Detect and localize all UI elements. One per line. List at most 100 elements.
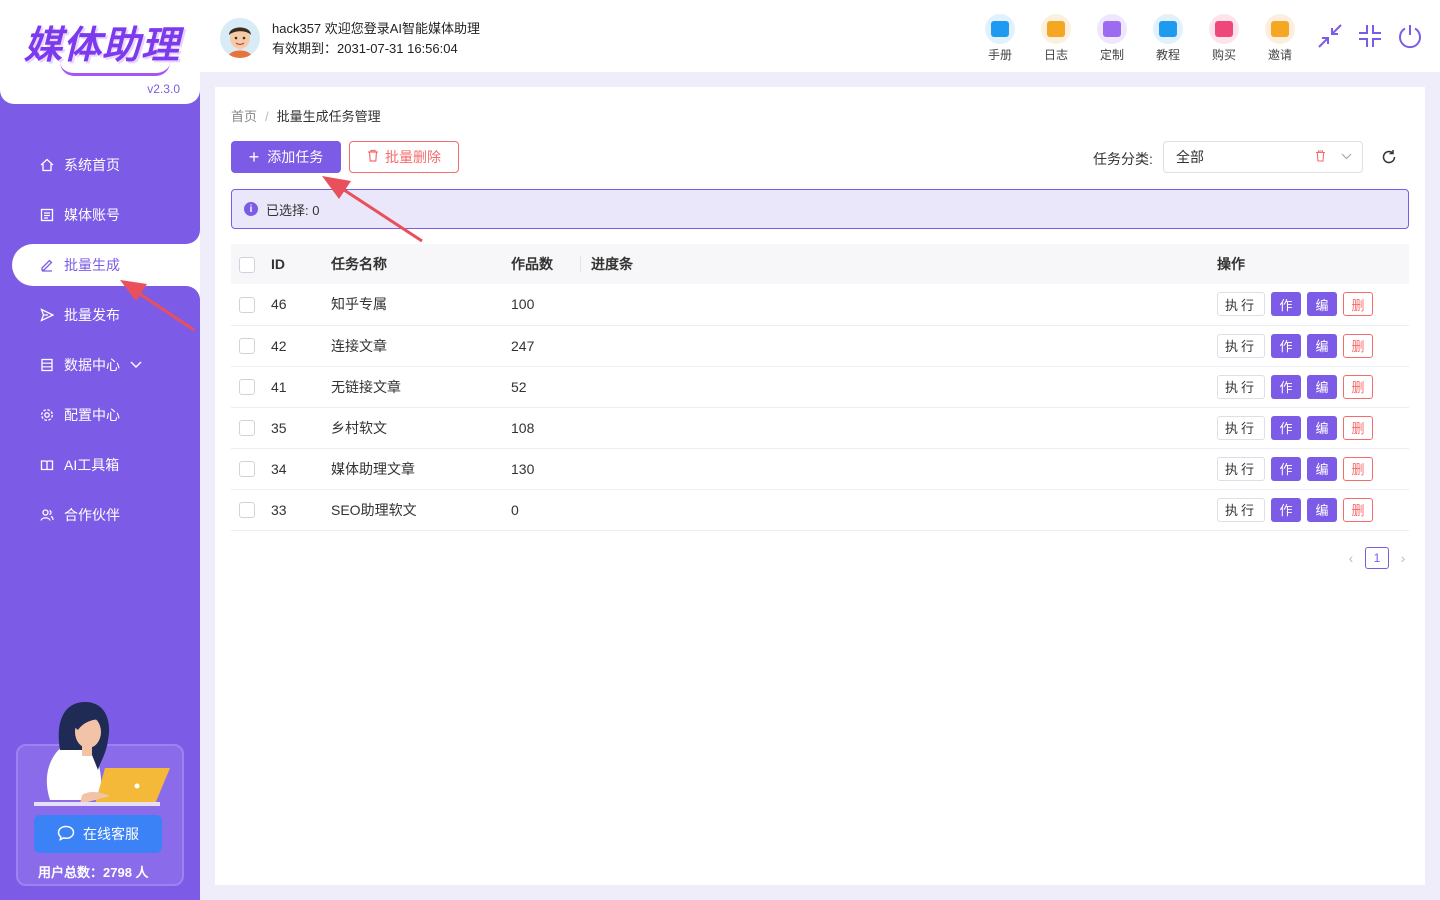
tool-buy[interactable]: 购买	[1196, 14, 1252, 63]
avatar[interactable]	[220, 18, 260, 58]
edit-button[interactable]: 编	[1307, 456, 1337, 481]
edit-button[interactable]: 编	[1307, 292, 1337, 317]
delete-button[interactable]: 删	[1343, 415, 1373, 440]
cell-ops: 执行作编删	[1217, 366, 1409, 408]
works-button[interactable]: 作	[1271, 415, 1301, 440]
tool-invite[interactable]: 邀请	[1252, 14, 1308, 63]
run-button[interactable]: 执行	[1217, 292, 1265, 317]
tool-label: 定制	[1099, 48, 1124, 62]
category-value: 全部	[1176, 149, 1204, 165]
row-checkbox[interactable]	[239, 338, 255, 355]
run-button[interactable]: 执行	[1217, 374, 1265, 399]
works-button[interactable]: 作	[1271, 292, 1301, 317]
delete-button[interactable]: 删	[1343, 333, 1373, 358]
partner-icon	[40, 508, 54, 522]
cell-progress	[581, 489, 1217, 531]
sidebar-item-media-account[interactable]: 媒体账号	[0, 190, 200, 240]
online-support-button[interactable]: 在线客服	[34, 815, 162, 853]
category-select[interactable]: 全部	[1163, 141, 1363, 173]
sidebar-item-ai-toolbox[interactable]: AI工具箱	[0, 440, 200, 490]
select-all-cell	[231, 244, 271, 284]
sidebar-item-batch-publish[interactable]: 批量发布	[0, 290, 200, 340]
table-row: 42 连接文章 247 执行作编删	[231, 325, 1409, 367]
edit-button[interactable]: 编	[1307, 374, 1337, 399]
table-row: 34 媒体助理文章 130 执行作编删	[231, 448, 1409, 490]
works-button[interactable]: 作	[1271, 456, 1301, 481]
run-button[interactable]: 执行	[1217, 333, 1265, 358]
breadcrumb-home[interactable]: 首页	[231, 109, 257, 124]
cell-id: 34	[271, 448, 331, 490]
page-number[interactable]: 1	[1365, 547, 1389, 569]
tool-label: 购买	[1211, 48, 1236, 62]
run-button[interactable]: 执行	[1217, 415, 1265, 440]
run-button[interactable]: 执行	[1217, 456, 1265, 481]
row-checkbox[interactable]	[239, 502, 255, 519]
run-button[interactable]: 执行	[1217, 497, 1265, 522]
home-icon	[40, 158, 54, 172]
sidebar-item-home[interactable]: 系统首页	[0, 140, 200, 190]
cell-count: 52	[511, 366, 581, 408]
header-tools: 手册 日志 定制 教程 购买 邀请	[972, 14, 1308, 63]
tool-custom[interactable]: 定制	[1084, 14, 1140, 63]
collapse-icon[interactable]	[1316, 22, 1344, 50]
cell-name: 知乎专属	[331, 284, 511, 326]
edit-button[interactable]: 编	[1307, 333, 1337, 358]
tool-label: 日志	[1043, 48, 1068, 62]
table-row: 41 无链接文章 52 执行作编删	[231, 366, 1409, 408]
power-icon[interactable]	[1396, 22, 1424, 50]
cell-name: SEO助理软文	[331, 489, 511, 531]
col-progress: 进度条	[581, 244, 1217, 284]
batch-delete-button[interactable]: 批量删除	[349, 141, 459, 173]
tool-tutorial[interactable]: 教程	[1140, 14, 1196, 63]
breadcrumb: 首页 / 批量生成任务管理	[231, 106, 381, 125]
next-page-icon[interactable]: ›	[1395, 550, 1411, 566]
tool-label: 手册	[987, 48, 1012, 62]
clear-icon[interactable]	[1315, 149, 1326, 165]
shrink-icon[interactable]	[1356, 22, 1384, 50]
sidebar-nav: 系统首页 媒体账号 批量生成 批量发布 数据中心 配置中心 AI工具箱 合作伙伴	[0, 140, 200, 540]
add-task-button[interactable]: + 添加任务	[231, 141, 341, 173]
sidebar-item-label: 系统首页	[64, 157, 120, 173]
delete-button[interactable]: 删	[1343, 497, 1373, 522]
cell-ops: 执行作编删	[1217, 284, 1409, 326]
works-button[interactable]: 作	[1271, 333, 1301, 358]
row-checkbox[interactable]	[239, 420, 255, 437]
delete-button[interactable]: 删	[1343, 374, 1373, 399]
tool-manual[interactable]: 手册	[972, 14, 1028, 63]
col-id: ID	[271, 244, 331, 284]
works-button[interactable]: 作	[1271, 497, 1301, 522]
prev-page-icon[interactable]: ‹	[1343, 550, 1359, 566]
sidebar-item-batch-generate[interactable]: 批量生成	[12, 230, 200, 300]
cell-progress	[581, 407, 1217, 449]
tool-log[interactable]: 日志	[1028, 14, 1084, 63]
sidebar-item-partners[interactable]: 合作伙伴	[0, 490, 200, 540]
tool-label: 邀请	[1267, 48, 1292, 62]
delete-button[interactable]: 删	[1343, 292, 1373, 317]
sidebar-item-label: 批量生成	[64, 257, 120, 273]
cell-ops: 执行作编删	[1217, 448, 1409, 490]
sidebar-item-label: 数据中心	[64, 357, 120, 373]
works-button[interactable]: 作	[1271, 374, 1301, 399]
edit-button[interactable]: 编	[1307, 497, 1337, 522]
user-total: 用户总数：2798 人	[38, 865, 149, 880]
sidebar-item-config-center[interactable]: 配置中心	[0, 390, 200, 440]
refresh-icon[interactable]	[1377, 145, 1401, 169]
row-check-cell	[231, 407, 271, 449]
edit-button[interactable]: 编	[1307, 415, 1337, 440]
delete-button[interactable]: 删	[1343, 456, 1373, 481]
select-all-checkbox[interactable]	[239, 256, 255, 273]
sidebar: 媒体助理 v2.3.0 系统首页 媒体账号 批量生成 批量发布 数据中心 配置中…	[0, 0, 200, 900]
batch-delete-label: 批量删除	[385, 149, 441, 165]
table-row: 46 知乎专属 100 执行作编删	[231, 284, 1409, 326]
cell-progress	[581, 448, 1217, 490]
cell-count: 0	[511, 489, 581, 531]
cell-id: 33	[271, 489, 331, 531]
cell-progress	[581, 325, 1217, 367]
row-checkbox[interactable]	[239, 296, 255, 313]
cell-name: 乡村软文	[331, 407, 511, 449]
table-header-row: ID 任务名称 作品数 进度条 操作	[231, 244, 1409, 284]
row-checkbox[interactable]	[239, 461, 255, 478]
sidebar-item-data-center[interactable]: 数据中心	[0, 340, 200, 390]
col-ops: 操作	[1217, 244, 1409, 284]
row-checkbox[interactable]	[239, 379, 255, 396]
